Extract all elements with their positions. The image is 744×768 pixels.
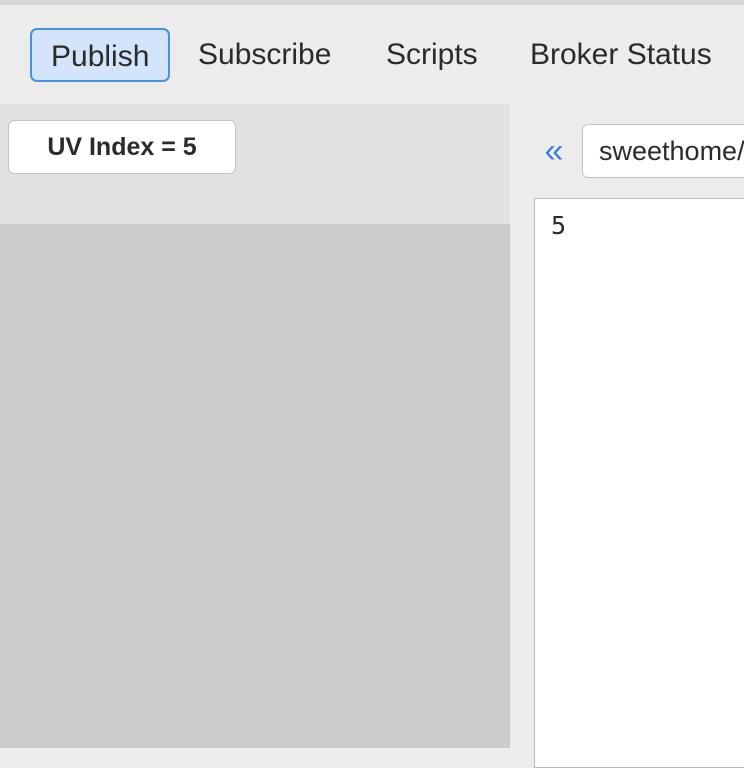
payload-textarea[interactable]: 5 xyxy=(534,198,744,768)
double-chevron-left-icon[interactable]: « xyxy=(540,132,568,170)
publish-editor-panel: « sweethome/ 5 xyxy=(510,104,744,768)
topic-input[interactable]: sweethome/ xyxy=(582,124,744,178)
tab-bar: Publish Subscribe Scripts Broker Status xyxy=(0,5,744,104)
tab-publish[interactable]: Publish xyxy=(30,28,171,82)
tab-subscribe[interactable]: Subscribe xyxy=(198,28,331,82)
tab-scripts[interactable]: Scripts xyxy=(386,28,478,82)
saved-message-button-uv-index[interactable]: UV Index = 5 xyxy=(8,120,236,174)
saved-messages-header: UV Index = 5 xyxy=(0,104,510,224)
saved-messages-panel: UV Index = 5 xyxy=(0,104,510,748)
tab-broker-status[interactable]: Broker Status xyxy=(530,28,712,82)
